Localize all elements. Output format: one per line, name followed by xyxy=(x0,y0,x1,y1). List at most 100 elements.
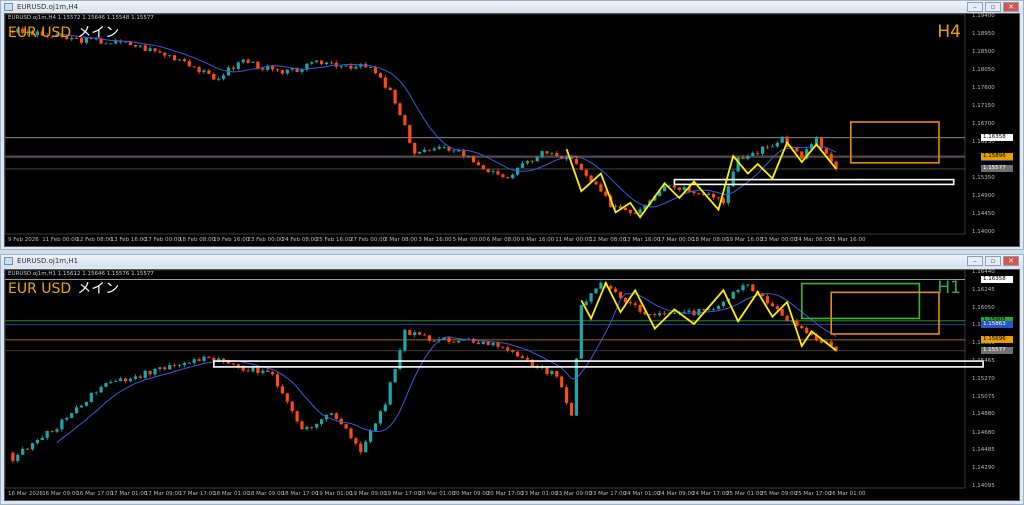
bear-candle xyxy=(383,74,387,90)
bear-candle xyxy=(560,375,564,388)
bull-candle xyxy=(222,73,226,81)
restore-button[interactable]: ▫ xyxy=(985,256,1001,266)
chart-header-ohlc: EURUSD.oj1m,H1 1.15612 1.15646 1.15576 1… xyxy=(8,271,154,277)
bull-candle xyxy=(741,283,745,293)
bear-candle xyxy=(403,114,407,126)
restore-button[interactable]: ▫ xyxy=(985,2,1001,12)
window-title: EURUSD.oj1m,H1 xyxy=(17,257,79,265)
bear-candle xyxy=(569,402,574,416)
bear-candle xyxy=(408,124,412,145)
bull-candle xyxy=(344,65,348,67)
bull-candle xyxy=(329,412,333,416)
time-axis-label: 3 Mar 16:00 xyxy=(418,237,452,243)
bull-candle xyxy=(638,207,642,215)
price-axis-label: 1.15075 xyxy=(972,393,995,400)
bull-candle xyxy=(761,146,765,156)
bear-candle xyxy=(677,186,681,192)
zone-rectangle[interactable] xyxy=(830,291,940,335)
timeframe-label: H1 xyxy=(937,278,961,298)
bull-candle xyxy=(520,161,525,168)
bear-candle xyxy=(716,196,721,201)
price-axis-label: 1.15350 xyxy=(972,175,995,181)
bull-candle xyxy=(148,46,152,52)
bull-candle xyxy=(94,391,98,396)
bear-candle xyxy=(364,62,368,68)
bear-candle xyxy=(476,340,480,345)
bear-candle xyxy=(320,60,324,66)
bear-candle xyxy=(584,168,588,178)
price-axis-label: 1.14680 xyxy=(972,429,995,436)
bull-candle xyxy=(589,292,593,305)
zone-rectangle[interactable] xyxy=(800,282,921,320)
bull-candle xyxy=(75,404,79,415)
time-axis-label: 23 Mar 09:00 xyxy=(555,491,592,497)
bear-candle xyxy=(133,44,137,48)
time-axis-label: 5 Mar 00:00 xyxy=(452,237,486,243)
price-chart[interactable]: EURUSD.oj1m,H1 1.15612 1.15646 1.15576 1… xyxy=(4,269,1020,501)
bull-candle xyxy=(746,283,750,288)
chart-header-ohlc: EURUSD.oj1m,H4 1.15572 1.15646 1.15548 1… xyxy=(8,15,154,21)
bull-candle xyxy=(305,62,309,72)
bear-candle xyxy=(427,149,431,152)
bull-candle xyxy=(594,288,598,294)
time-axis-label: 16 Mar 2026 xyxy=(8,491,43,497)
minimize-button[interactable]: – xyxy=(967,2,983,12)
bull-candle xyxy=(177,363,182,368)
time-axis-label: 24 Feb 08:00 xyxy=(281,237,318,243)
bear-candle xyxy=(256,367,260,376)
time-axis-label: 18 Mar 17:00 xyxy=(281,491,319,497)
bull-candle xyxy=(114,379,118,383)
time-axis-label: 17 Mar 17:00 xyxy=(179,491,216,497)
bull-candle xyxy=(315,423,319,430)
bear-candle xyxy=(153,47,157,53)
bull-candle xyxy=(99,385,103,393)
bear-candle xyxy=(339,417,343,425)
zone-rectangle[interactable] xyxy=(673,178,955,186)
chart-label: メイン xyxy=(77,281,120,297)
bear-candle xyxy=(800,151,804,160)
symbol-name: EUR USD xyxy=(8,281,72,297)
symbol-name: EUR USD xyxy=(8,25,72,41)
bull-candle xyxy=(658,310,662,317)
close-button[interactable]: ✕ xyxy=(1003,256,1019,266)
bear-candle xyxy=(246,368,250,373)
bear-candle xyxy=(663,310,667,316)
window-title-bar[interactable]: EURUSD.oj1m,H1 – ▫ ✕ xyxy=(1,255,1023,267)
bull-candle xyxy=(153,367,157,377)
chart-window-h4[interactable]: EURUSD.oj1m,H4 – ▫ ✕ EURUSD.oj1m,H4 1.15572 … xyxy=(0,0,1024,250)
bull-candle xyxy=(731,290,735,300)
bull-candle xyxy=(721,300,725,309)
bear-candle xyxy=(447,337,451,345)
price-chart[interactable]: EURUSD.oj1m,H4 1.15572 1.15646 1.15548 1… xyxy=(4,13,1020,247)
price-axis-label: 1.16245 xyxy=(972,286,995,293)
zone-rectangle[interactable] xyxy=(213,360,984,368)
symbol-label: EUR USD メイン xyxy=(8,22,119,42)
time-axis-label: 24 Mar 08:00 xyxy=(794,237,832,243)
price-tag: 1.16358 xyxy=(981,134,1013,142)
bull-candle xyxy=(158,366,162,372)
bear-candle xyxy=(579,163,583,171)
bull-candle xyxy=(104,42,108,45)
bull-candle xyxy=(751,151,755,157)
time-axis-label: 20 Mar 17:00 xyxy=(486,491,524,497)
time-axis-label: 24 Mar 09:00 xyxy=(657,491,695,497)
bear-candle xyxy=(173,363,177,368)
time-axis-label: 26 Mar 01:00 xyxy=(828,491,866,497)
bull-candle xyxy=(266,64,270,72)
time-axis-label: 2 Mar 08:00 xyxy=(384,237,418,243)
bear-candle xyxy=(506,345,510,353)
bull-candle xyxy=(192,357,196,366)
bull-candle xyxy=(525,159,529,166)
bull-candle xyxy=(285,69,289,76)
chart-window-h1[interactable]: EURUSD.oj1m,H1 – ▫ ✕ EURUSD.oj1m,H1 1.15612 … xyxy=(0,254,1024,505)
close-button[interactable]: ✕ xyxy=(1003,2,1019,12)
bull-candle xyxy=(261,368,265,375)
bull-candle xyxy=(182,361,186,368)
bull-candle xyxy=(432,146,436,151)
bull-candle xyxy=(109,42,113,45)
minimize-button[interactable]: – xyxy=(967,256,983,266)
bull-candle xyxy=(422,147,427,153)
window-title-bar[interactable]: EURUSD.oj1m,H4 – ▫ ✕ xyxy=(1,1,1023,13)
zone-rectangle[interactable] xyxy=(849,121,940,164)
bull-candle xyxy=(324,61,329,66)
